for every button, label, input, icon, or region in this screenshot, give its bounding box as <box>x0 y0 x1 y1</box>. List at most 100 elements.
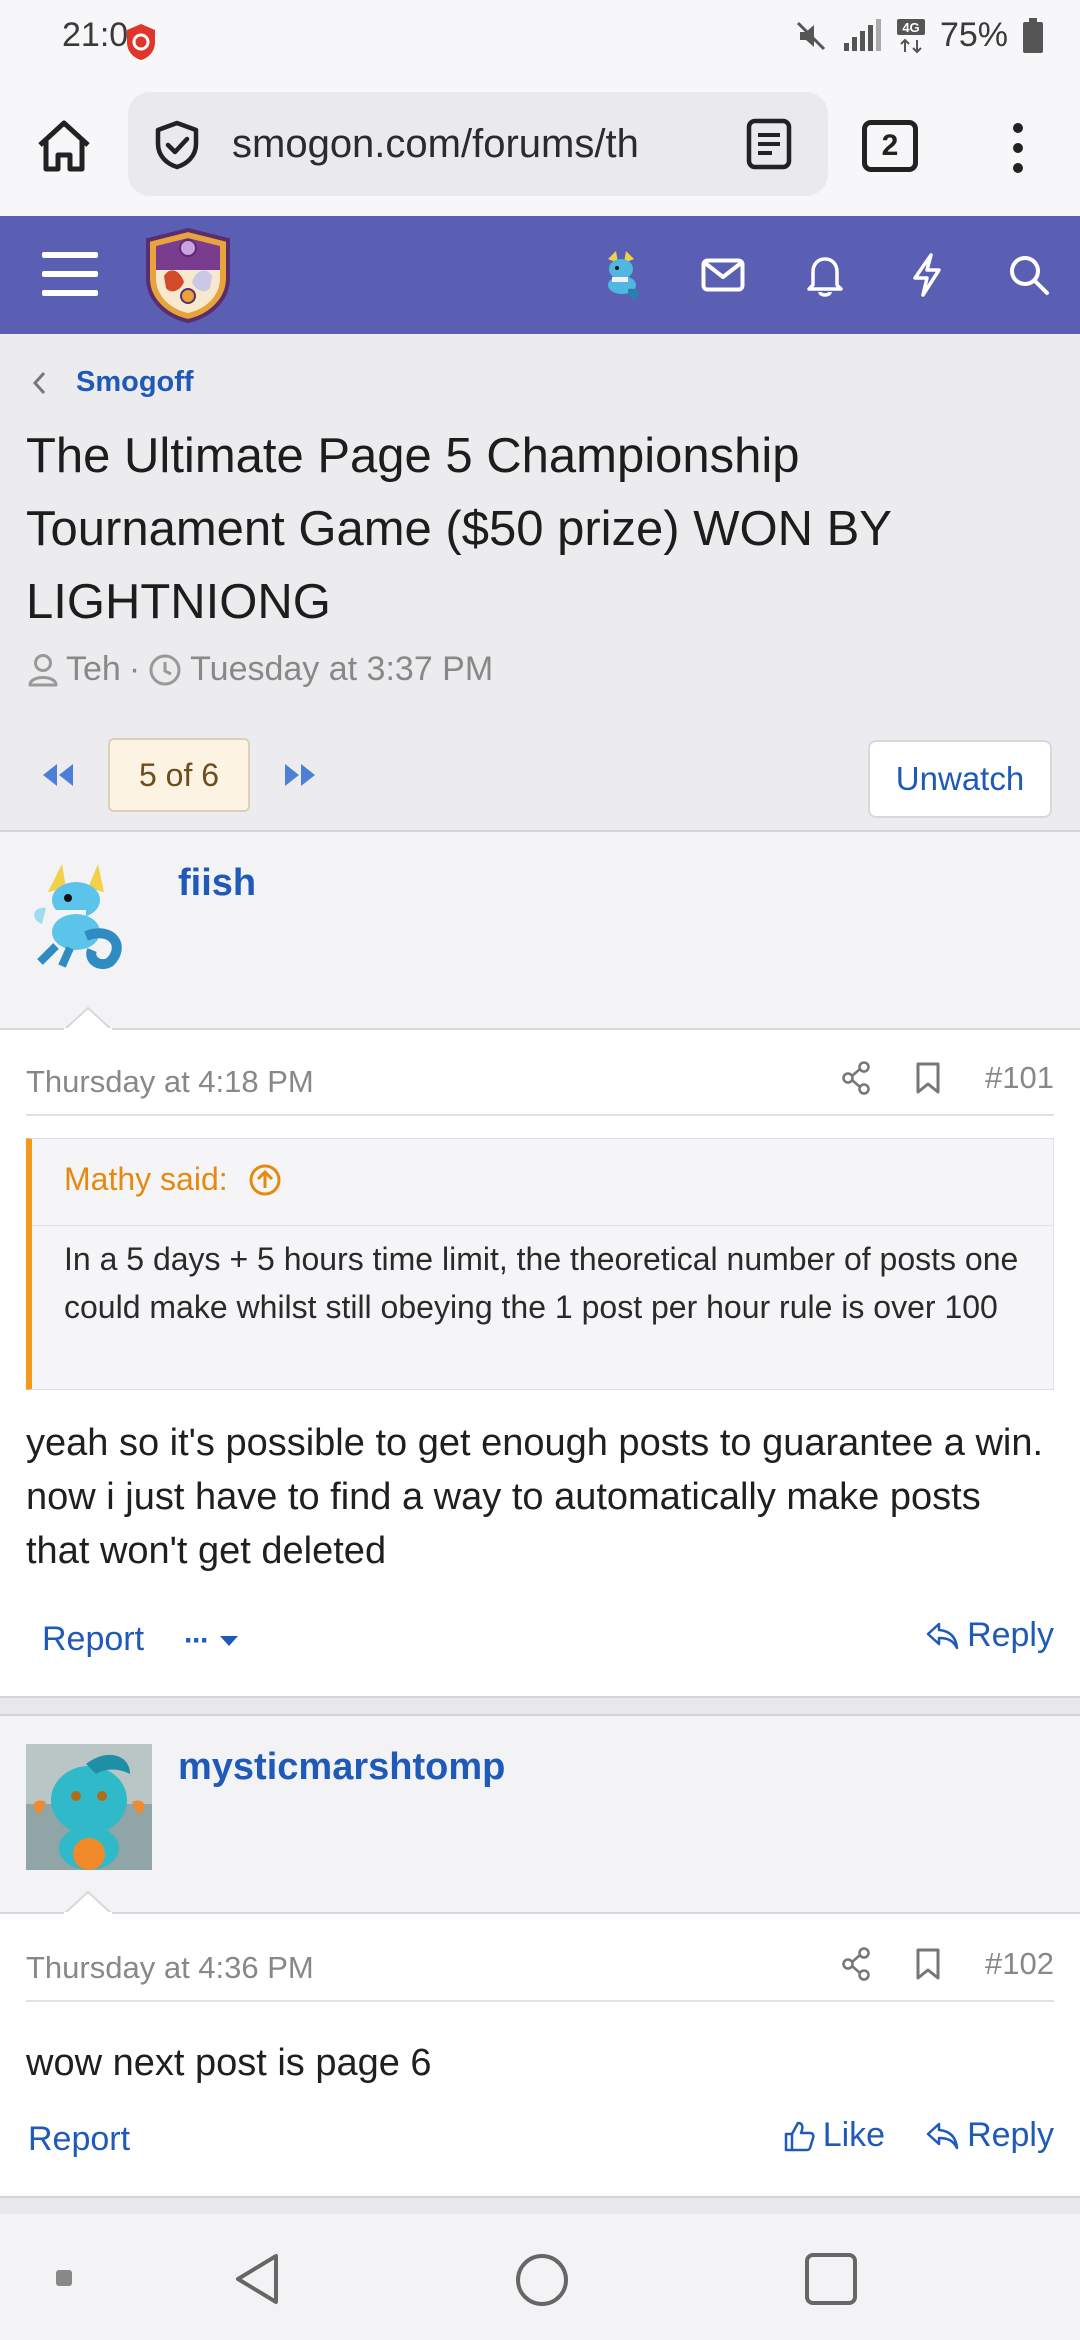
post-footer-actions: Reply <box>925 1616 1054 1655</box>
status-bar: 21:0 4G 75% <box>0 0 1080 76</box>
clock-icon <box>149 654 181 685</box>
post-number[interactable]: #101 <box>985 1060 1054 1096</box>
alerts-button[interactable] <box>774 216 876 334</box>
user-avatar-button[interactable] <box>570 216 672 334</box>
userbar-notch <box>64 1890 112 1914</box>
smogon-logo[interactable] <box>140 226 236 324</box>
post-number[interactable]: #102 <box>985 1946 1054 1982</box>
breadcrumb-label[interactable]: Smogoff <box>76 366 194 399</box>
post-user-bar: mysticmarshtomp <box>0 1716 1080 1914</box>
post-divider <box>0 2196 1080 2214</box>
reply-label[interactable]: Reply <box>967 1616 1054 1655</box>
search-icon <box>1010 256 1049 295</box>
tabs-button[interactable]: 2 <box>862 120 918 172</box>
hamburger-icon[interactable] <box>40 246 102 302</box>
report-link[interactable]: Report <box>42 1620 144 1659</box>
like-button[interactable]: Like <box>783 2116 885 2155</box>
breadcrumb[interactable]: Smogoff <box>32 366 194 399</box>
reader-mode-icon[interactable] <box>746 118 792 170</box>
browser-toolbar: smogon.com/forums/th 2 <box>0 76 1080 216</box>
first-page-icon[interactable] <box>40 762 76 788</box>
notification-shield-icon <box>127 24 155 60</box>
search-button[interactable] <box>978 216 1080 334</box>
page-indicator[interactable]: 5 of 6 <box>108 738 250 812</box>
shield-check-icon[interactable] <box>152 120 202 170</box>
home-icon <box>38 120 90 172</box>
like-label[interactable]: Like <box>823 2116 885 2155</box>
quote-header[interactable]: Mathy said: <box>64 1161 282 1198</box>
battery-icon <box>1023 17 1043 53</box>
thread-header: Smogoff The Ultimate Page 5 Championship… <box>0 334 1080 832</box>
lightning-icon <box>913 253 941 297</box>
bell-icon <box>807 257 843 297</box>
home-button[interactable] <box>28 110 100 182</box>
signal-icon <box>843 18 881 51</box>
chevron-left-icon <box>32 371 46 394</box>
post-meta: Thursday at 4:18 PM #101 <box>26 1056 1054 1116</box>
avatar[interactable] <box>26 1744 152 1870</box>
status-time: 21:0 <box>62 16 129 54</box>
battery-percent: 75% <box>939 16 1008 54</box>
last-page-icon[interactable] <box>282 762 318 788</box>
recents-icon[interactable] <box>804 2252 858 2306</box>
user-icon <box>28 653 58 686</box>
status-right: 4G 75% <box>794 16 1044 55</box>
post-actions: #102 <box>841 1946 1054 1982</box>
more-vertical-icon[interactable] <box>990 118 1046 178</box>
share-icon[interactable] <box>841 1947 871 1981</box>
reply-button[interactable]: Reply <box>925 1616 1054 1655</box>
post-actions: #101 <box>841 1060 1054 1096</box>
network-4g-icon: 4G <box>896 18 925 53</box>
whats-new-button[interactable] <box>876 216 978 334</box>
post: fiish Thursday at 4:18 PM #101 Mathy sai… <box>0 832 1080 1696</box>
quote-author[interactable]: Mathy said: <box>64 1161 228 1198</box>
page-navigation: 5 of 6 <box>40 738 318 812</box>
bookmark-icon[interactable] <box>915 1947 941 1981</box>
post-date[interactable]: Thursday at 4:18 PM <box>26 1064 314 1100</box>
post-username[interactable]: mysticmarshtomp <box>178 1746 505 1789</box>
post-body: wow next post is page 6 <box>26 2042 432 2084</box>
url-text[interactable]: smogon.com/forums/th <box>232 122 712 167</box>
home-circle-icon[interactable] <box>514 2252 570 2308</box>
forum-header <box>0 216 1080 334</box>
thread-start-date[interactable]: Tuesday at 3:37 PM <box>190 650 493 689</box>
inbox-icon <box>701 258 745 292</box>
reply-icon <box>926 1622 959 1649</box>
report-link[interactable]: Report <box>28 2120 130 2159</box>
arrow-up-circle-icon[interactable] <box>248 1163 282 1197</box>
nav-dot-icon[interactable] <box>56 2270 72 2286</box>
system-nav-bar <box>0 2214 1080 2340</box>
meta-separator: · <box>128 650 141 688</box>
page-title: The Ultimate Page 5 Championship Tournam… <box>26 429 892 629</box>
header-actions <box>570 216 1080 334</box>
thread-meta: Teh · Tuesday at 3:37 PM <box>28 650 493 689</box>
quote-text: In a 5 days + 5 hours time limit, the th… <box>64 1241 1019 1325</box>
post-footer: Report Like Reply <box>26 2110 1054 2170</box>
avatar[interactable] <box>26 858 134 974</box>
inbox-button[interactable] <box>672 216 774 334</box>
reply-button[interactable]: Reply <box>925 2116 1054 2155</box>
reply-label[interactable]: Reply <box>967 2116 1054 2155</box>
more-options-button[interactable]: ··· <box>184 1624 240 1658</box>
post-username[interactable]: fiish <box>178 862 256 905</box>
post-user-bar: fiish <box>0 832 1080 1030</box>
post-footer: Report ··· Reply <box>26 1610 1054 1670</box>
unwatch-button[interactable]: Unwatch <box>868 740 1052 818</box>
bookmark-icon[interactable] <box>915 1061 941 1095</box>
thumbs-up-icon <box>784 2121 815 2151</box>
post-date[interactable]: Thursday at 4:36 PM <box>26 1950 314 1986</box>
post-divider <box>0 1696 1080 1716</box>
post-footer-actions: Like Reply <box>783 2116 1054 2155</box>
more-dots: ··· <box>184 1624 210 1657</box>
reply-icon <box>926 2122 959 2149</box>
thread-author[interactable]: Teh <box>66 650 121 689</box>
share-icon[interactable] <box>841 1061 871 1095</box>
quote-divider <box>32 1225 1053 1226</box>
address-bar[interactable]: smogon.com/forums/th <box>128 92 828 196</box>
quote-block: Mathy said: In a 5 days + 5 hours time l… <box>26 1138 1054 1390</box>
post-body: yeah so it's possible to get enough post… <box>26 1422 1044 1572</box>
back-icon[interactable] <box>230 2252 284 2306</box>
caret-down-icon <box>219 1636 238 1646</box>
userbar-notch <box>64 1006 112 1030</box>
post-meta: Thursday at 4:36 PM #102 <box>26 1942 1054 2002</box>
